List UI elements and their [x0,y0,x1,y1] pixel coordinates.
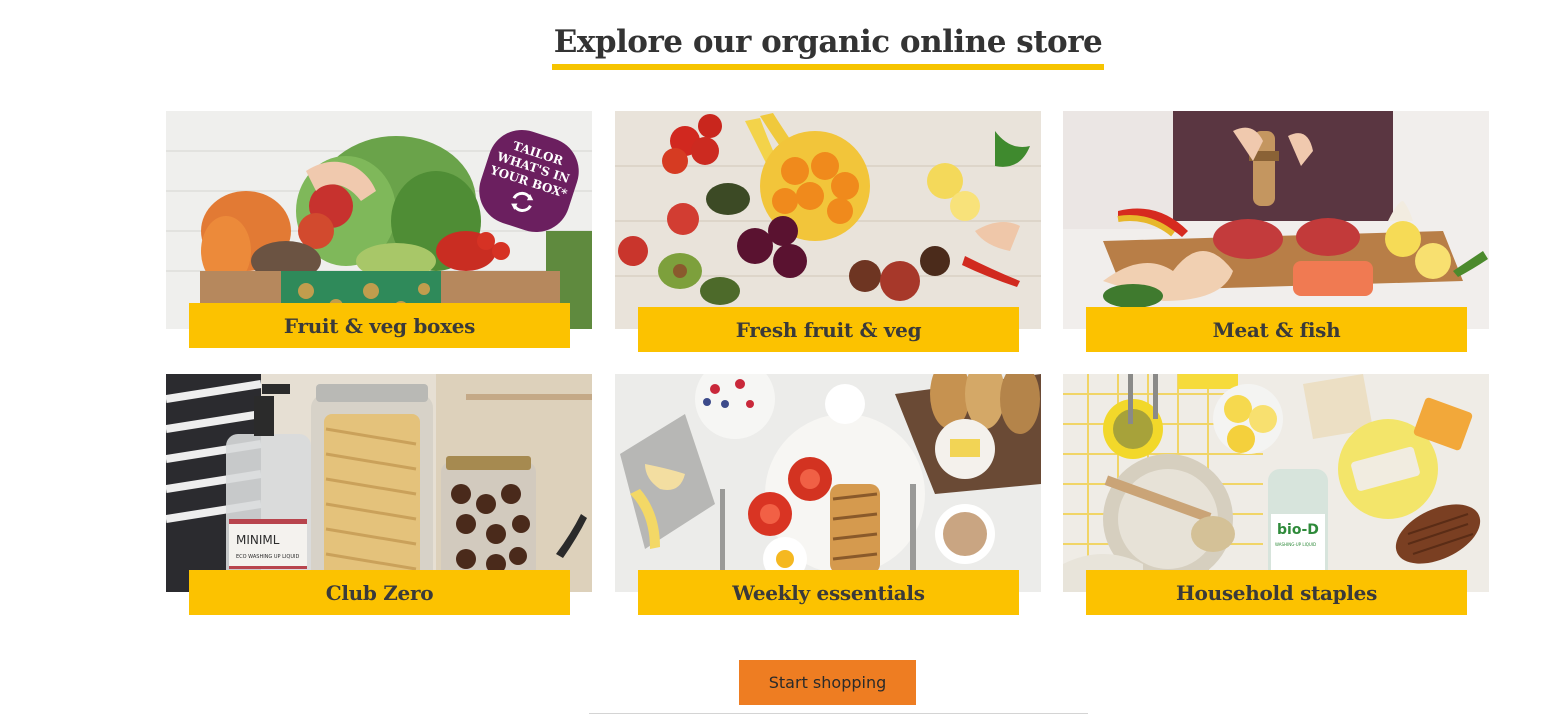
weekly-essentials-photo[interactable] [615,374,1041,592]
category-label[interactable]: Fresh fruit & veg [638,307,1019,352]
product-brand: MINIML [236,533,280,547]
product-text: ECO WASHING UP LIQUID [236,554,299,560]
meat-fish-photo[interactable] [1063,111,1489,329]
product-brand: bio-D [1277,522,1319,538]
category-tile-meat-fish[interactable]: Meat & fish [1063,111,1489,352]
category-tile-fruit-veg-boxes[interactable]: TAILOR WHAT'S IN YOUR BOX* Fruit & veg b… [166,111,592,351]
club-zero-photo[interactable]: MINIML ECO WASHING UP LIQUID [166,374,592,592]
fresh-fruit-veg-photo[interactable] [615,111,1041,329]
divider [589,713,1088,714]
category-label[interactable]: Meat & fish [1086,307,1467,352]
product-text: WASHING-UP LIQUID [1275,542,1316,547]
section-header: Explore our organic online store [0,22,1556,70]
category-tile-club-zero[interactable]: MINIML ECO WASHING UP LIQUID Club Zero [166,374,592,615]
category-tile-fresh-fruit-veg[interactable]: Fresh fruit & veg [615,111,1041,352]
category-label[interactable]: Weekly essentials [638,570,1019,615]
category-tile-household-staples[interactable]: bio-D WASHING-UP LIQUID Household staple… [1063,374,1489,615]
category-label[interactable]: Club Zero [189,570,570,615]
category-label[interactable]: Fruit & veg boxes [189,303,570,348]
category-label[interactable]: Household staples [1086,570,1467,615]
household-staples-photo[interactable]: bio-D WASHING-UP LIQUID [1063,374,1489,592]
category-tile-weekly-essentials[interactable]: Weekly essentials [615,374,1041,615]
start-shopping-button[interactable]: Start shopping [739,660,916,705]
page-title: Explore our organic online store [551,22,1105,70]
fruit-veg-box-photo[interactable]: TAILOR WHAT'S IN YOUR BOX* [166,111,592,329]
